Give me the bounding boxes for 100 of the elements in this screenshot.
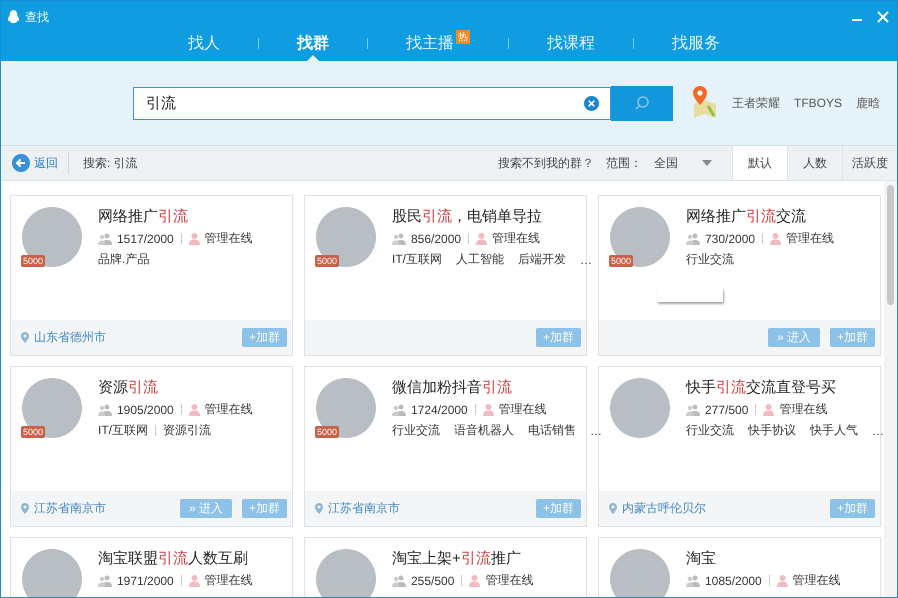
people-icon	[392, 574, 406, 586]
group-card[interactable]: 淘宝 1085/2000 管理在线	[598, 537, 881, 597]
level-badge: 5000	[609, 255, 634, 267]
member-count: 255/500	[411, 574, 454, 588]
avatar-placeholder	[316, 549, 376, 597]
level-badge: 5000	[315, 426, 340, 438]
person-icon	[188, 404, 200, 416]
person-icon	[776, 574, 788, 586]
admin-status: 管理在线	[492, 230, 540, 247]
group-tag: 人工智能	[456, 251, 504, 268]
group-title[interactable]: 快手引流交流直登号买	[686, 378, 870, 397]
people-icon	[392, 404, 406, 416]
sort-tab[interactable]: 默认	[732, 146, 787, 180]
location-text: 内蒙古呼伦贝尔	[622, 500, 706, 517]
person-icon	[763, 404, 774, 416]
search-icon	[634, 95, 650, 111]
location-text: 江苏省南京市	[34, 500, 106, 517]
member-count: 856/2000	[411, 232, 462, 246]
admin-status: 管理在线	[485, 572, 534, 589]
group-card[interactable]: 5000 网络推广引流 1517/2000 管理在线 品牌.产品 山东省德州市 +加群	[10, 195, 293, 356]
people-icon	[98, 404, 112, 416]
group-title[interactable]: 淘宝联盟引流人数互刷	[98, 549, 253, 568]
location-pin-icon	[21, 503, 29, 514]
group-title[interactable]: 资源引流	[98, 378, 253, 397]
admin-status: 管理在线	[204, 401, 253, 418]
level-badge: 5000	[21, 426, 46, 438]
group-title[interactable]: 网络推广引流交流	[686, 207, 834, 226]
group-title[interactable]: 淘宝	[686, 549, 841, 568]
people-icon	[686, 404, 700, 416]
member-count: 1517/2000	[117, 232, 174, 246]
person-icon	[188, 232, 200, 244]
member-count: 1085/2000	[705, 574, 762, 588]
location-pin-icon	[609, 503, 617, 514]
group-tag: IT/互联网	[392, 251, 442, 268]
member-count: 1724/2000	[411, 402, 468, 416]
group-card[interactable]: 淘宝上架+引流推广 255/500 管理在线	[304, 537, 587, 597]
group-card[interactable]: 5000 资源引流 1905/2000 管理在线 IT/互联网 资源引流 江苏省南京市 » 进入 +加群	[10, 366, 293, 527]
scrollbar-thumb[interactable]	[887, 185, 894, 305]
sort-tab[interactable]: 人数	[787, 146, 842, 180]
back-button[interactable]: 返回	[12, 154, 58, 172]
search-button[interactable]	[611, 86, 673, 120]
person-icon	[482, 404, 494, 416]
location-pin-icon	[21, 332, 29, 343]
member-count: 730/2000	[705, 232, 756, 246]
scrollbar[interactable]	[884, 181, 897, 597]
location-pin-icon	[315, 503, 323, 514]
person-icon	[476, 232, 488, 244]
group-tag: …	[872, 424, 884, 438]
people-icon	[686, 574, 700, 586]
group-tag: 行业交流	[686, 422, 734, 439]
person-icon	[188, 574, 200, 586]
hot-word-link[interactable]: TFBOYS	[794, 96, 842, 110]
group-title[interactable]: 淘宝上架+引流推广	[392, 549, 534, 568]
window-title: 查找	[25, 8, 49, 26]
range-label: 范围：	[606, 154, 642, 172]
group-tag: 行业交流	[686, 251, 734, 268]
clear-icon[interactable]	[584, 96, 599, 110]
group-title[interactable]: 微信加粉抖音引流	[392, 378, 576, 397]
search-query-label: 搜索: 引流	[83, 154, 138, 172]
search-field[interactable]: 引流	[133, 86, 611, 120]
group-title[interactable]: 网络推广引流	[98, 207, 253, 226]
level-badge: 5000	[315, 255, 340, 267]
hot-word-link[interactable]: 王者荣耀	[732, 94, 780, 112]
help-link[interactable]: 搜索不到我的群？	[498, 154, 594, 172]
person-icon	[770, 232, 782, 244]
group-tag: 快手协议	[748, 422, 796, 439]
group-tag: 后端开发	[518, 251, 566, 268]
people-icon	[98, 232, 112, 244]
avatar-placeholder	[22, 549, 82, 597]
admin-status: 管理在线	[792, 572, 841, 589]
group-card[interactable]: 淘宝联盟引流人数互刷 1971/2000 管理在线	[10, 537, 293, 597]
admin-status: 管理在线	[204, 230, 253, 247]
location-text: 江苏省南京市	[328, 500, 400, 517]
group-tag: 电话销售	[528, 422, 576, 439]
range-dropdown[interactable]: 全国	[654, 154, 712, 172]
hot-badge: 热	[456, 30, 470, 44]
group-tag: 语音机器人	[454, 422, 514, 439]
group-card[interactable]: 快手引流交流直登号买 277/500 管理在线 行业交流 快手协议 快手人气 … 内蒙古呼伦贝尔 +加群	[598, 366, 881, 527]
caret-icon	[702, 160, 712, 166]
admin-status: 管理在线	[204, 572, 253, 589]
people-icon	[392, 232, 406, 244]
group-tag: IT/互联网	[98, 422, 148, 439]
close-button[interactable]	[877, 11, 889, 23]
people-icon	[98, 574, 112, 586]
people-icon	[686, 232, 700, 244]
group-tag: 资源引流	[163, 422, 211, 439]
group-tag: 品牌.产品	[98, 251, 150, 268]
level-badge: 5000	[21, 255, 46, 267]
hot-word-link[interactable]: 鹿晗	[856, 94, 880, 112]
penguin-icon	[7, 10, 20, 24]
person-icon	[469, 574, 480, 586]
member-count: 1905/2000	[117, 402, 174, 416]
sort-tab[interactable]: 活跃度	[842, 146, 897, 180]
admin-status: 管理在线	[779, 401, 828, 418]
group-tag: 行业交流	[392, 422, 440, 439]
group-card[interactable]: 5000 网络推广引流交流 730/2000 管理在线 行业交流 » 进入 +加群	[598, 195, 881, 356]
member-count: 277/500	[705, 402, 748, 416]
avatar-placeholder	[610, 549, 670, 597]
group-title[interactable]: 股民引流，电销单导拉	[392, 207, 576, 226]
member-count: 1971/2000	[117, 574, 174, 588]
